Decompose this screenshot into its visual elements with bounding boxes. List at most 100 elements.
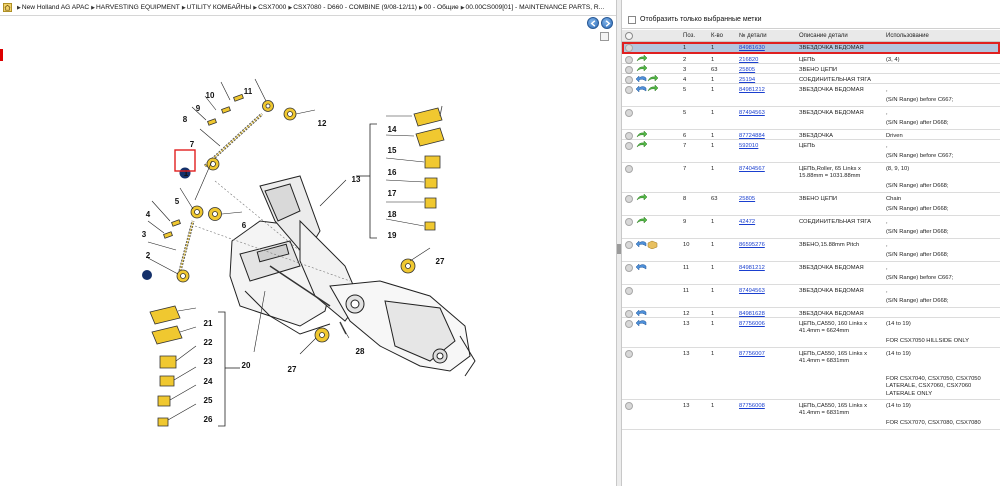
callout-label[interactable]: 13 [352, 175, 361, 184]
callout-label[interactable]: 10 [206, 91, 215, 100]
callout-label[interactable]: 19 [388, 231, 397, 240]
cell-partno-link[interactable]: 87756006 [739, 321, 765, 328]
col-desc-header[interactable]: Описание детали [799, 33, 848, 39]
exploded-parts-drawing[interactable]: 12345678910 11121314151617181920212223242… [0, 16, 616, 486]
callout-label[interactable]: 12 [318, 119, 327, 128]
add-to-cart-icon[interactable] [625, 132, 633, 140]
back-button[interactable] [587, 17, 599, 29]
callout-label[interactable]: 8 [183, 115, 188, 124]
table-row[interactable]: 12 1 84981628 ЗВЕЗДОЧКА ВЕДОМАЯ [622, 308, 1000, 318]
cell-partno-link[interactable]: 87494563 [739, 110, 765, 117]
package-icon[interactable] [647, 240, 658, 250]
callout-label[interactable]: 7 [190, 140, 195, 149]
table-row[interactable]: 13 1 87756008 ЦЕПЬ,CA550, 165 Links x 41.4mm… [622, 400, 1000, 430]
breadcrumb-item[interactable]: 00 - Общие [424, 4, 459, 11]
green-arrow-icon[interactable] [636, 193, 648, 203]
table-row[interactable]: 5 1 84981212 ЗВЕЗДОЧКА ВЕДОМАЯ, (S/N Range) … [622, 84, 1000, 107]
callout-label[interactable]: 28 [356, 347, 365, 356]
add-all-icon[interactable] [625, 32, 633, 40]
add-to-cart-icon[interactable] [625, 310, 633, 318]
cell-partno-link[interactable]: 84981212 [739, 87, 765, 94]
callout-label[interactable]: 14 [388, 125, 397, 134]
table-row[interactable]: 2 1 216820 ЦЕПЬ (3, 4) [622, 54, 1000, 64]
add-to-cart-icon[interactable] [625, 218, 633, 226]
breadcrumb-item[interactable]: UTILITY КОМБАЙНЫ [187, 4, 252, 11]
callout-label[interactable]: 2 [146, 251, 151, 260]
cell-partno-link[interactable]: 25805 [739, 196, 755, 203]
green-arrow-icon[interactable] [636, 54, 648, 64]
add-to-cart-icon[interactable] [625, 109, 633, 117]
green-arrow-icon[interactable] [636, 64, 648, 74]
breadcrumb-item[interactable]: CSX7080 - D660 - COMBINE (9/08-12/11) [293, 4, 417, 11]
callout-label[interactable]: 4 [146, 210, 151, 219]
blue-arrow-icon[interactable] [635, 75, 647, 84]
callout-label[interactable]: 20 [242, 361, 251, 370]
add-to-cart-icon[interactable] [625, 142, 633, 150]
green-arrow-icon[interactable] [647, 74, 659, 84]
add-to-cart-icon[interactable] [625, 350, 633, 358]
table-row[interactable]: 5 1 87494563 ЗВЕЗДОЧКА ВЕДОМАЯ, (S/N Range) … [622, 107, 1000, 130]
callout-label[interactable]: 27 [288, 365, 297, 374]
callout-label[interactable]: 18 [388, 210, 397, 219]
table-row[interactable]: 11 1 84981212 ЗВЕЗДОЧКА ВЕДОМАЯ, (S/N Range)… [622, 262, 1000, 285]
green-arrow-icon[interactable] [636, 130, 648, 140]
add-to-cart-icon[interactable] [625, 195, 633, 203]
callout-label[interactable]: 11 [244, 87, 253, 96]
cell-partno-link[interactable]: 86595276 [739, 242, 765, 249]
table-row[interactable]: 13 1 87756007 ЦЕПЬ,CA550, 165 Links x 41.4mm… [622, 348, 1000, 400]
cell-partno-link[interactable]: 84981630 [739, 45, 765, 52]
callout-label[interactable]: 22 [204, 338, 213, 347]
col-usage-header[interactable]: Использование [886, 33, 929, 39]
table-row[interactable]: 10 1 86595276 ЗВЕНО,15.88mm Pitch, (S/N Rang… [622, 239, 1000, 262]
home-icon[interactable] [3, 3, 12, 12]
add-to-cart-icon[interactable] [625, 402, 633, 410]
cell-partno-link[interactable]: 592010 [739, 143, 758, 150]
forward-button[interactable] [601, 17, 613, 29]
blue-arrow-icon[interactable] [635, 319, 647, 328]
add-to-cart-icon[interactable] [625, 86, 633, 94]
show-selected-only-checkbox[interactable] [628, 16, 636, 24]
add-to-cart-icon[interactable] [625, 44, 633, 52]
callout-label[interactable]: 6 [242, 221, 247, 230]
cell-partno-link[interactable]: 87756008 [739, 403, 765, 410]
blue-arrow-icon[interactable] [635, 240, 647, 249]
callout-label[interactable]: 15 [388, 146, 397, 155]
callout-label[interactable]: 27 [436, 257, 445, 266]
cell-partno-link[interactable]: 84981212 [739, 265, 765, 272]
add-to-cart-icon[interactable] [625, 264, 633, 272]
callout-label[interactable]: 9 [196, 104, 201, 113]
breadcrumb-item[interactable]: New Holland AG APAC [22, 4, 89, 11]
blue-arrow-icon[interactable] [635, 85, 647, 94]
cell-partno-link[interactable]: 87494563 [739, 288, 765, 295]
table-row[interactable]: 4 1 25194 СОЕДИНИТЕЛЬНАЯ ТЯГА [622, 74, 1000, 84]
breadcrumb-item[interactable]: CSX7000 [258, 4, 286, 11]
callout-label[interactable]: 17 [388, 189, 397, 198]
add-to-cart-icon[interactable] [625, 241, 633, 249]
zoom-toggle[interactable] [600, 32, 609, 41]
col-pos-header[interactable]: Поз. [683, 33, 695, 39]
breadcrumb-item[interactable]: HARVESTING EQUIPMENT [96, 4, 180, 11]
callout-label[interactable]: 23 [204, 357, 213, 366]
callout-label[interactable]: 5 [175, 197, 180, 206]
callout-label[interactable]: 16 [388, 168, 397, 177]
table-row[interactable]: 9 1 42472 СОЕДИНИТЕЛЬНАЯ ТЯГА, (S/N Range) a… [622, 216, 1000, 239]
col-partno-header[interactable]: № детали [739, 33, 767, 39]
blue-arrow-icon[interactable] [635, 263, 647, 272]
add-to-cart-icon[interactable] [625, 165, 633, 173]
green-arrow-icon[interactable] [636, 140, 648, 150]
green-arrow-icon[interactable] [636, 216, 648, 226]
callout-label[interactable]: 24 [204, 377, 213, 386]
add-to-cart-icon[interactable] [625, 320, 633, 328]
col-qty-header[interactable]: К-во [711, 33, 723, 39]
cell-partno-link[interactable]: 42472 [739, 219, 755, 226]
callout-label[interactable]: 26 [204, 415, 213, 424]
add-to-cart-icon[interactable] [625, 287, 633, 295]
splitter-grip[interactable] [617, 244, 621, 254]
add-to-cart-icon[interactable] [625, 76, 633, 84]
callout-label[interactable]: 25 [204, 396, 213, 405]
table-row[interactable]: 7 1 592010 ЦЕПЬ, (S/N Range) before C667; [622, 140, 1000, 163]
callout-label[interactable]: 3 [142, 230, 147, 239]
add-to-cart-icon[interactable] [625, 56, 633, 64]
green-arrow-icon[interactable] [647, 84, 659, 94]
table-row[interactable]: 7 1 87404567 ЦЕПЬ,Roller, 65 Links x 15.88mm… [622, 163, 1000, 193]
